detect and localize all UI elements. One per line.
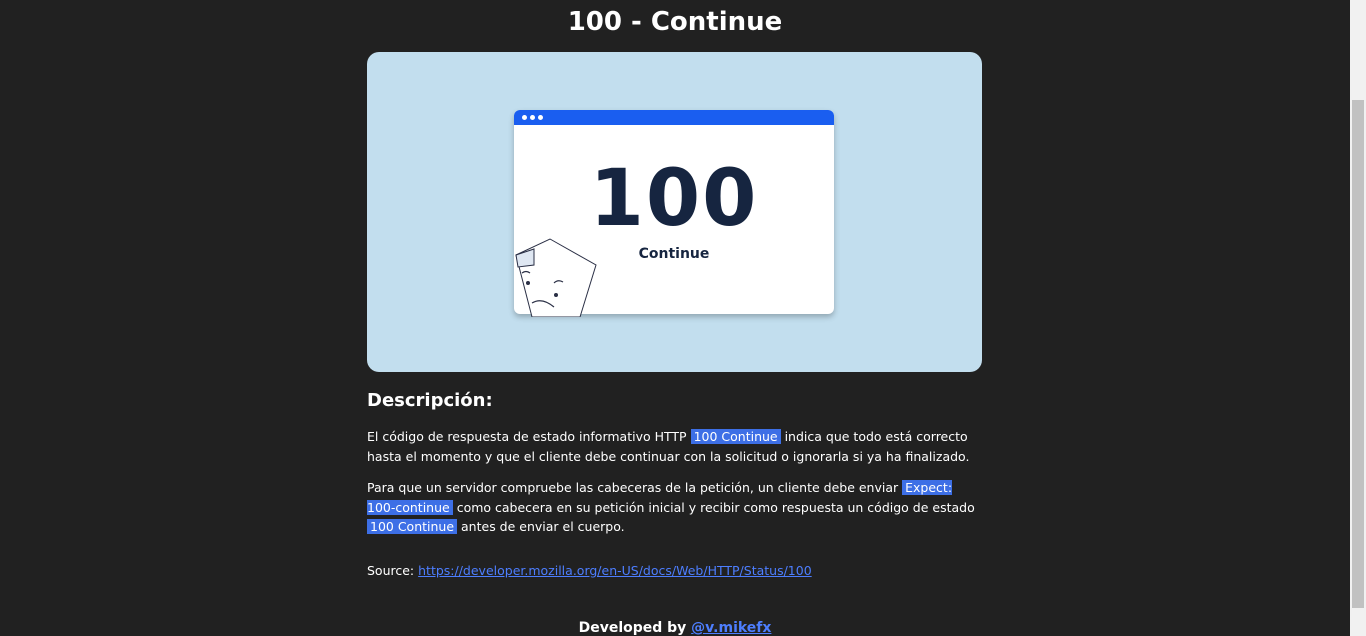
source-link[interactable]: https://developer.mozilla.org/en-US/docs… — [418, 563, 812, 578]
vertical-scrollbar[interactable] — [1350, 0, 1366, 636]
text: antes de enviar el cuerpo. — [457, 519, 625, 534]
sad-paper-icon — [515, 238, 597, 317]
window-dot-icon — [522, 115, 527, 120]
window-dot-icon — [538, 115, 543, 120]
window-dot-icon — [530, 115, 535, 120]
scrollbar-thumb[interactable] — [1352, 100, 1364, 608]
text: como cabecera en su petición inicial y r… — [452, 499, 975, 515]
text: Para que un servidor compruebe las cabec… — [367, 480, 903, 495]
source-line: Source: https://developer.mozilla.org/en… — [367, 561, 812, 581]
description-heading: Descripción: — [367, 390, 493, 411]
status-code: 100 — [589, 154, 759, 244]
code-highlight: 100 Continue — [367, 519, 458, 534]
description-paragraph-1: El código de respuesta de estado informa… — [367, 427, 982, 466]
page-title: 100 - Continue — [567, 7, 783, 37]
description-paragraph-2: Para que un servidor compruebe las cabec… — [367, 478, 982, 537]
hero-illustration: 100 Continue — [367, 52, 982, 372]
code-highlight: 100 Continue — [690, 429, 781, 444]
source-label: Source: — [367, 563, 419, 578]
window-title-bar — [514, 110, 834, 125]
page: 100 - Continue 100 Continue Descripción:… — [0, 0, 1350, 636]
footer: Developed by @v.mikefx — [0, 618, 1350, 636]
author-link[interactable]: @v.mikefx — [691, 620, 771, 636]
text: El código de respuesta de estado informa… — [367, 429, 691, 444]
footer-prefix: Developed by — [578, 620, 692, 636]
